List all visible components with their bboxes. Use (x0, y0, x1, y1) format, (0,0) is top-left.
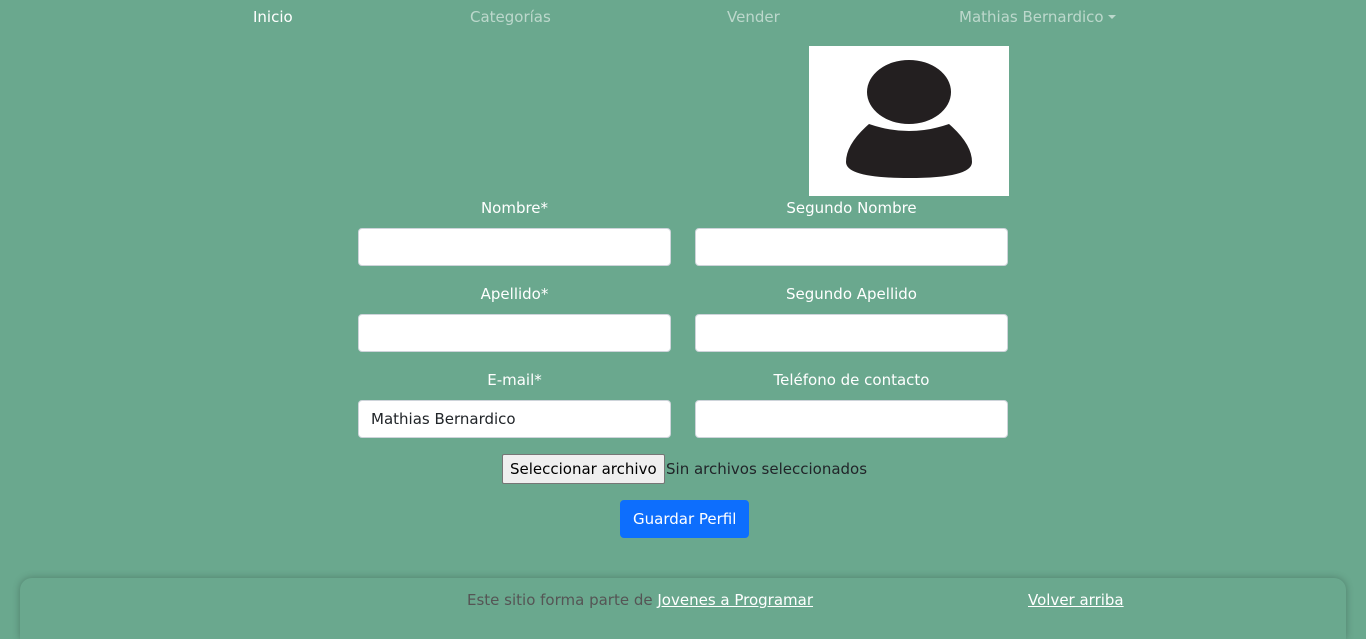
user-menu-dropdown[interactable]: Mathias Bernardico (959, 8, 1116, 26)
nombre-label: Nombre* (480, 199, 549, 217)
back-to-top-link[interactable]: Volver arriba (1028, 591, 1124, 609)
profile-avatar (809, 46, 1009, 196)
user-silhouette-icon (846, 60, 972, 178)
segundo-nombre-label: Segundo Nombre (786, 199, 917, 217)
jovenes-a-programar-link[interactable]: Jovenes a Programar (657, 591, 813, 609)
apellido-label: Apellido* (480, 285, 549, 303)
telefono-input[interactable] (695, 400, 1008, 438)
nav-link-categorias[interactable]: Categorías (470, 8, 551, 26)
user-menu-label: Mathias Bernardico (959, 8, 1104, 26)
chevron-down-icon (1107, 15, 1116, 19)
segundo-apellido-label: Segundo Apellido (786, 285, 917, 303)
top-navbar: Inicio Categorías Vender Mathias Bernard… (0, 0, 1366, 36)
segundo-apellido-input[interactable] (695, 314, 1008, 352)
footer-text: Este sitio forma parte de (467, 591, 653, 609)
email-input[interactable] (358, 400, 671, 438)
nav-link-inicio[interactable]: Inicio (253, 8, 293, 26)
nav-link-vender[interactable]: Vender (727, 8, 780, 26)
footer-credit: Este sitio forma parte de Jovenes a Prog… (467, 591, 813, 609)
file-status-text: Sin archivos seleccionados (666, 460, 868, 478)
save-profile-button[interactable]: Guardar Perfil (620, 500, 750, 538)
telefono-label: Teléfono de contacto (773, 371, 930, 389)
page-footer: Este sitio forma parte de Jovenes a Prog… (20, 578, 1346, 639)
email-label: E-mail* (487, 371, 542, 389)
select-file-button[interactable]: Seleccionar archivo (502, 454, 665, 484)
apellido-input[interactable] (358, 314, 671, 352)
segundo-nombre-input[interactable] (695, 228, 1008, 266)
nombre-input[interactable] (358, 228, 671, 266)
